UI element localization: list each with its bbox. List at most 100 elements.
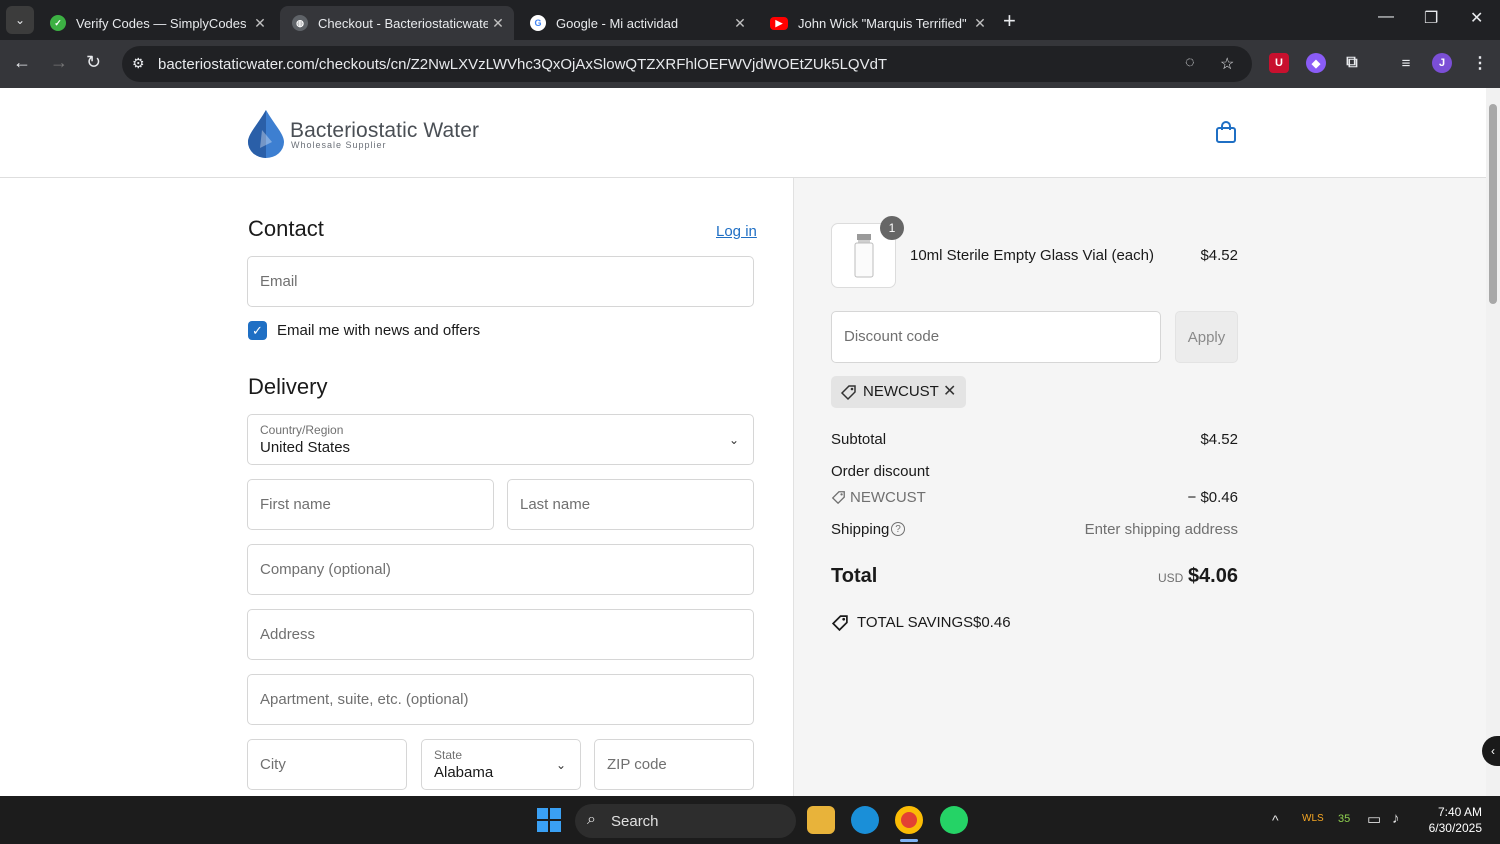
- new-tab-plus-icon[interactable]: +: [1003, 8, 1016, 34]
- taskbar-search[interactable]: ⌕ Search: [575, 804, 796, 838]
- country-label: Country/Region: [260, 423, 344, 437]
- close-tab-icon[interactable]: ✕: [250, 15, 270, 32]
- city-placeholder: City: [260, 756, 286, 773]
- country-select[interactable]: Country/Region United States ⌄: [247, 414, 754, 465]
- chevron-down-icon: ⌄: [555, 758, 566, 772]
- contact-heading: Contact: [248, 216, 324, 241]
- whatsapp-icon[interactable]: [940, 806, 968, 834]
- close-tab-icon[interactable]: ✕: [730, 15, 750, 32]
- subtotal-label: Subtotal: [831, 431, 887, 448]
- shopping-bag-icon[interactable]: [1214, 120, 1238, 144]
- close-window-icon[interactable]: ✕: [1470, 8, 1483, 28]
- profile-avatar[interactable]: J: [1432, 53, 1452, 73]
- close-tab-icon[interactable]: ✕: [970, 15, 990, 32]
- media-control-icon[interactable]: ≡: [1396, 53, 1416, 73]
- email-field[interactable]: Email: [247, 256, 754, 307]
- clock-time: 7:40 AM: [1437, 805, 1482, 819]
- site-info-icon[interactable]: ⚙: [132, 55, 145, 72]
- restore-icon[interactable]: ❐: [1424, 8, 1438, 28]
- total-savings-value: $0.46: [973, 614, 1011, 631]
- savings-tag-icon: [831, 615, 848, 632]
- applied-code: NEWCUST: [863, 383, 939, 400]
- windows-taskbar: ⌕ Search ^ WLS 35 ▭ ♪ 7:40 AM 6/30/2025: [0, 796, 1500, 844]
- tab-checkout[interactable]: ◍ Checkout - Bacteriostaticwater.c ✕: [280, 6, 514, 40]
- network-icon[interactable]: ▭: [1367, 810, 1381, 828]
- windows-start-icon[interactable]: [536, 807, 562, 833]
- tab-search-button[interactable]: ⌄: [6, 6, 34, 34]
- order-discount-code: NEWCUST: [850, 489, 926, 506]
- system-clock[interactable]: 7:40 AM 6/30/2025: [1418, 804, 1482, 836]
- last-name-placeholder: Last name: [520, 496, 591, 513]
- newsletter-label[interactable]: Email me with news and offers: [277, 322, 480, 339]
- login-link[interactable]: Log in: [716, 223, 757, 240]
- water-drop-logo-icon[interactable]: [248, 110, 284, 158]
- close-tab-icon[interactable]: ✕: [488, 15, 508, 32]
- simplycodes-favicon-icon: ✓: [50, 15, 66, 31]
- more-menu-icon[interactable]: ⋮: [1470, 53, 1490, 73]
- company-field[interactable]: Company (optional): [247, 544, 754, 595]
- apartment-field[interactable]: Apartment, suite, etc. (optional): [247, 674, 754, 725]
- ublock-extension-icon[interactable]: U: [1269, 53, 1289, 73]
- email-placeholder: Email: [260, 273, 298, 290]
- minimize-icon[interactable]: —: [1378, 8, 1394, 26]
- total-value: $4.06: [1187, 565, 1238, 587]
- puzzle-extensions-icon[interactable]: ⧉: [1342, 53, 1362, 73]
- chevron-down-icon: ⌄: [728, 433, 739, 447]
- tab-simplycodes[interactable]: ✓ Verify Codes — SimplyCodes ✕: [38, 6, 276, 40]
- first-name-field[interactable]: First name: [247, 479, 494, 530]
- discount-placeholder: Discount code: [844, 328, 940, 345]
- site-header: Bacteriostatic Water Wholesale Supplier: [0, 88, 1486, 178]
- address-field[interactable]: Address: [247, 609, 754, 660]
- globe-icon: ◍: [292, 15, 308, 31]
- subtotal-value: $4.52: [1200, 431, 1238, 448]
- google-icon: G: [530, 15, 546, 31]
- bookmark-star-icon[interactable]: ☆: [1220, 54, 1234, 74]
- shipping-value: Enter shipping address: [1084, 521, 1238, 538]
- apply-discount-button[interactable]: Apply: [1175, 311, 1238, 363]
- last-name-field[interactable]: Last name: [507, 479, 754, 530]
- url-text[interactable]: bacteriostaticwater.com/checkouts/cn/Z2N…: [158, 56, 887, 73]
- clock-date: 6/30/2025: [1428, 821, 1482, 835]
- quantity-badge: 1: [880, 216, 904, 240]
- extension-purple-icon[interactable]: ◆: [1306, 53, 1326, 73]
- scrollbar-thumb[interactable]: [1489, 104, 1497, 304]
- help-question-icon[interactable]: ?: [891, 522, 905, 536]
- newsletter-checkbox[interactable]: ✓: [248, 321, 267, 340]
- edge-browser-icon[interactable]: [851, 806, 879, 834]
- forward-arrow-icon[interactable]: →: [50, 52, 68, 73]
- browser-tab-strip: ⌄ ✓ Verify Codes — SimplyCodes ✕ ◍ Check…: [0, 0, 1500, 40]
- tag-icon: [840, 385, 856, 401]
- back-arrow-icon[interactable]: ←: [13, 52, 31, 73]
- order-discount-label: Order discount: [831, 463, 930, 480]
- tag-icon: [831, 491, 845, 505]
- page-scrollbar[interactable]: [1486, 88, 1500, 796]
- tray-chevron-up-icon[interactable]: ^: [1272, 812, 1279, 828]
- volume-icon[interactable]: ♪: [1392, 810, 1400, 827]
- tab-title: Checkout - Bacteriostaticwater.c: [318, 15, 488, 31]
- tab-youtube[interactable]: ▶ John Wick "Marquis Terrified" ✕: [758, 6, 996, 40]
- city-field[interactable]: City: [247, 739, 407, 790]
- product-price: $4.52: [1200, 247, 1238, 264]
- chrome-browser-icon[interactable]: [895, 806, 923, 834]
- file-explorer-icon[interactable]: [807, 806, 835, 834]
- state-value: Alabama: [434, 764, 494, 781]
- stock-ticker[interactable]: WLS: [1302, 813, 1324, 824]
- first-name-placeholder: First name: [260, 496, 331, 513]
- address-bar[interactable]: ⚙ bacteriostaticwater.com/checkouts/cn/Z…: [122, 46, 1252, 82]
- tab-title: Verify Codes — SimplyCodes: [76, 15, 247, 31]
- weather-temp[interactable]: 35: [1338, 813, 1350, 825]
- applied-discount-chip: NEWCUST ✕: [831, 376, 966, 408]
- tab-title: John Wick "Marquis Terrified": [798, 15, 967, 31]
- discount-code-field[interactable]: Discount code: [831, 311, 1161, 363]
- country-value: United States: [260, 439, 351, 456]
- chevron-down-icon: ⌄: [14, 13, 26, 27]
- remove-discount-icon[interactable]: ✕: [943, 381, 956, 401]
- state-select[interactable]: State Alabama ⌄: [421, 739, 581, 790]
- reload-icon[interactable]: ↻: [86, 52, 101, 73]
- tab-google-activity[interactable]: G Google - Mi actividad ✕: [518, 6, 756, 40]
- shipping-label: Shipping: [831, 521, 890, 538]
- zip-field[interactable]: ZIP code: [594, 739, 754, 790]
- product-name: 10ml Sterile Empty Glass Vial (each): [910, 247, 1154, 264]
- state-label: State: [434, 748, 463, 762]
- eye-slash-icon[interactable]: ◌: [1185, 54, 1195, 72]
